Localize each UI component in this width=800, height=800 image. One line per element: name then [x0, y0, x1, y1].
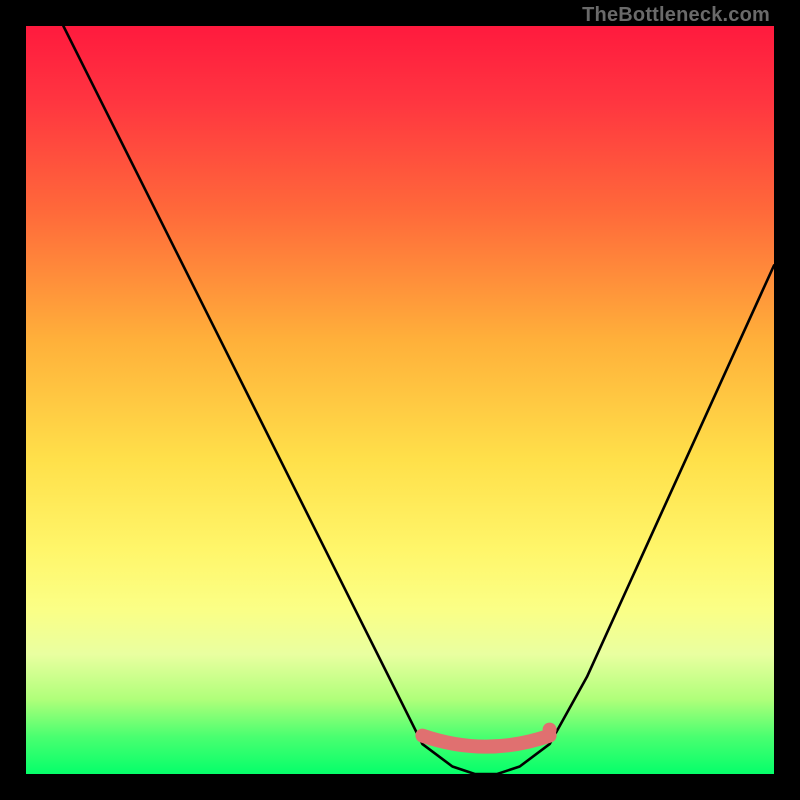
optimal-flat-region [422, 736, 549, 747]
bottleneck-curve [26, 26, 774, 774]
chart-frame [26, 26, 774, 774]
attribution-label: TheBottleneck.com [582, 4, 770, 27]
optimal-end-marker [543, 723, 557, 737]
curve-line [63, 26, 774, 774]
